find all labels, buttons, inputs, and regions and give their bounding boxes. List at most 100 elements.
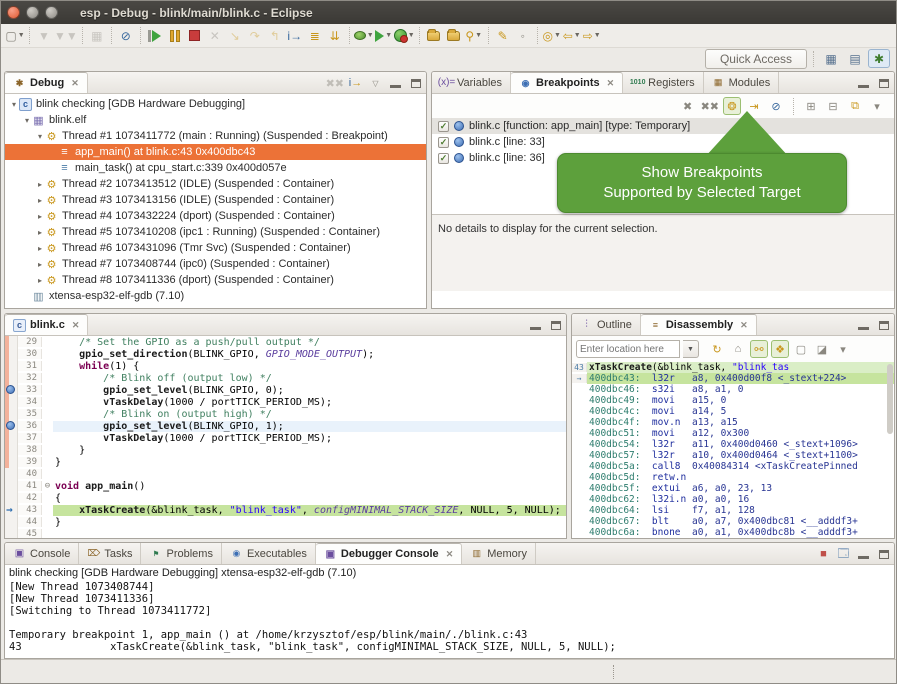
debug-tree-item[interactable]: ▸⚙Thread #2 1073413512 (IDLE) (Suspended…	[5, 176, 426, 192]
skip-all-breakpoints-icon[interactable]: ⊘	[116, 26, 136, 46]
new-wizard-icon[interactable]: ▢▼	[5, 26, 25, 46]
disassembly-listing[interactable]: 43xTaskCreate(&blink_task, "blink_tas→40…	[572, 362, 894, 538]
disassembly-instruction-row[interactable]: 400dbc5a: call8 0x40084314 <xTaskCreateP…	[572, 461, 894, 472]
tab-disassembly[interactable]: ≡Disassembly✕	[641, 314, 757, 335]
minimize-view-icon[interactable]	[387, 75, 404, 92]
last-edit-location-icon[interactable]: ◎▼	[542, 26, 562, 46]
window-minimize-button[interactable]	[26, 6, 39, 19]
show-annotation-icon[interactable]: ◦	[513, 26, 533, 46]
save-all-icon[interactable]: ▼▼	[54, 26, 78, 46]
tab-tasks[interactable]: ⌦Tasks	[79, 543, 141, 564]
window-maximize-button[interactable]	[45, 6, 58, 19]
open-perspective-icon[interactable]: ▦	[820, 49, 842, 68]
code-line[interactable]: 29 /* Set the GPIO as a push/pull output…	[18, 336, 566, 348]
disassembly-instruction-row[interactable]: 400dbc49: movi a15, 0	[572, 395, 894, 406]
location-dropdown-icon[interactable]: ▼	[683, 340, 699, 358]
expand-all-icon[interactable]: ⊞	[802, 97, 820, 115]
home-icon[interactable]: ⌂	[729, 340, 747, 358]
code-line[interactable]: 31 while(1) {	[18, 360, 566, 372]
tree-open-arrow-icon[interactable]: ▾	[9, 100, 19, 109]
debug-tree-item[interactable]: ▸⚙Thread #3 1073413156 (IDLE) (Suspended…	[5, 192, 426, 208]
tree-closed-arrow-icon[interactable]: ▸	[35, 276, 45, 285]
breakpoint-row[interactable]: ✓blink.c [function: app_main] [type: Tem…	[432, 118, 894, 134]
breakpoint-marker-icon[interactable]	[6, 421, 15, 430]
build-binary-icon[interactable]: ▦	[87, 26, 107, 46]
code-line[interactable]: 32 /* Blink off (output low) */	[18, 372, 566, 384]
remove-selected-breakpoints-icon[interactable]: ✖	[679, 97, 697, 115]
maximize-view-icon[interactable]	[547, 317, 564, 334]
use-step-filters-icon[interactable]: ≣	[305, 26, 325, 46]
breakpoint-row[interactable]: ✓blink.c [line: 33]	[432, 134, 894, 150]
disassembly-instruction-row[interactable]: 400dbc67: blt a0, a7, 0x400dbc81 <__addd…	[572, 516, 894, 527]
view-menu-icon[interactable]: ▾	[868, 97, 886, 115]
instruction-stepping-mode-icon[interactable]: i→	[347, 75, 364, 92]
tab-executables[interactable]: ◉Executables	[222, 543, 316, 564]
breakpoint-marker-icon[interactable]	[6, 385, 15, 394]
open-folder-icon[interactable]	[424, 26, 444, 46]
debug-icon[interactable]: ▼	[354, 26, 374, 46]
remove-all-terminated-icon[interactable]: ✖✖	[326, 75, 344, 92]
scrollbar-thumb[interactable]	[887, 364, 893, 434]
tree-closed-arrow-icon[interactable]: ▸	[35, 212, 45, 221]
disassembly-instruction-row[interactable]: 400dbc57: l32r a10, 0x400d0464 <_stext+1…	[572, 450, 894, 461]
code-line[interactable]: 30 gpio_set_direction(BLINK_GPIO, GPIO_M…	[18, 348, 566, 360]
breakpoint-enabled-checkbox[interactable]: ✓	[438, 121, 449, 132]
tab-problems[interactable]: ⚑Problems	[141, 543, 221, 564]
debug-tree-item[interactable]: ▸⚙Thread #4 1073432224 (dport) (Suspende…	[5, 208, 426, 224]
breakpoint-enabled-checkbox[interactable]: ✓	[438, 153, 449, 164]
refresh-view-icon[interactable]: ↻	[708, 340, 726, 358]
minimize-view-icon[interactable]	[855, 546, 872, 563]
disassembly-instruction-row[interactable]: 400dbc51: movi a12, 0x300	[572, 428, 894, 439]
terminate-icon[interactable]	[185, 26, 205, 46]
pin-view-icon[interactable]: ◪	[813, 340, 831, 358]
tree-open-arrow-icon[interactable]: ▾	[22, 116, 32, 125]
debug-tree-item[interactable]: ▸⚙Thread #8 1073411336 (dport) (Suspende…	[5, 272, 426, 288]
collapse-all-icon[interactable]: ⊟	[824, 97, 842, 115]
tree-closed-arrow-icon[interactable]: ▸	[35, 180, 45, 189]
code-line[interactable]: 36 gpio_set_level(BLINK_GPIO, 1);	[18, 420, 566, 432]
disassembly-instruction-row[interactable]: 400dbc5f: extui a6, a0, 23, 13	[572, 483, 894, 494]
minimize-view-icon[interactable]	[855, 75, 872, 92]
forward-icon[interactable]: ⇨▼	[582, 26, 602, 46]
maximize-view-icon[interactable]	[407, 75, 424, 92]
back-icon[interactable]: ⇦▼	[562, 26, 582, 46]
run-icon[interactable]: ▼	[374, 26, 394, 46]
new-view-icon[interactable]: ▢	[792, 340, 810, 358]
tab-registers[interactable]: 1010Registers	[623, 72, 703, 93]
disassembly-instruction-row[interactable]: 400dbc6a: bnone a0, a1, 0x400dbc8b <__ad…	[572, 527, 894, 538]
tab-debug[interactable]: ✱ Debug ✕	[5, 72, 88, 93]
code-line[interactable]: 35 /* Blink on (output high) */	[18, 408, 566, 420]
track-expression-icon[interactable]: ⚯	[750, 340, 768, 358]
disassembly-instruction-row[interactable]: 400dbc4c: movi a14, 5	[572, 406, 894, 417]
code-line[interactable]: 37 vTaskDelay(1000 / portTICK_PERIOD_MS)…	[18, 432, 566, 444]
debug-tree-item[interactable]: ▾cblink checking [GDB Hardware Debugging…	[5, 96, 426, 112]
save-icon[interactable]: ▼	[34, 26, 54, 46]
code-editor[interactable]: → 29 /* Set the GPIO as a push/pull outp…	[5, 336, 566, 538]
maximize-view-icon[interactable]	[875, 317, 892, 334]
code-line[interactable]: 41⊖void app_main()	[18, 480, 566, 492]
code-line[interactable]: 33 gpio_set_level(BLINK_GPIO, 0);	[18, 384, 566, 396]
display-selected-console-icon[interactable]: 🗔	[835, 546, 852, 563]
disconnect-icon[interactable]: ✕	[205, 26, 225, 46]
debug-tree-item[interactable]: ▸⚙Thread #6 1073431096 (Tmr Svc) (Suspen…	[5, 240, 426, 256]
tab-modules[interactable]: ▦Modules	[704, 72, 780, 93]
coverage-icon[interactable]: ▼	[394, 26, 415, 46]
drop-to-frame-icon[interactable]: ⇊	[325, 26, 345, 46]
disassembly-instruction-row[interactable]: →400dbc43: l32r a8, 0x400d00f8 <_stext+2…	[572, 373, 894, 384]
step-return-icon[interactable]: ↰	[265, 26, 285, 46]
tree-closed-arrow-icon[interactable]: ▸	[35, 196, 45, 205]
link-with-debug-view-icon[interactable]: ⧉	[846, 97, 864, 115]
tree-open-arrow-icon[interactable]: ▾	[35, 132, 45, 141]
step-into-icon[interactable]: ↘	[225, 26, 245, 46]
terminate-console-icon[interactable]: ■	[815, 546, 832, 563]
tab-breakpoints[interactable]: ◉Breakpoints✕	[511, 72, 623, 93]
view-menu-icon[interactable]: ▽	[367, 75, 384, 92]
debug-tree-item[interactable]: ▾▦blink.elf	[5, 112, 426, 128]
tree-closed-arrow-icon[interactable]: ▸	[35, 244, 45, 253]
code-line[interactable]: 40	[18, 468, 566, 480]
close-tab-icon[interactable]: ✕	[607, 78, 615, 89]
tab-variables[interactable]: (x)=Variables	[432, 72, 511, 93]
step-over-icon[interactable]: ↷	[245, 26, 265, 46]
code-line[interactable]: 34 vTaskDelay(1000 / portTICK_PERIOD_MS)…	[18, 396, 566, 408]
mark-occurrences-icon[interactable]: ✎	[493, 26, 513, 46]
